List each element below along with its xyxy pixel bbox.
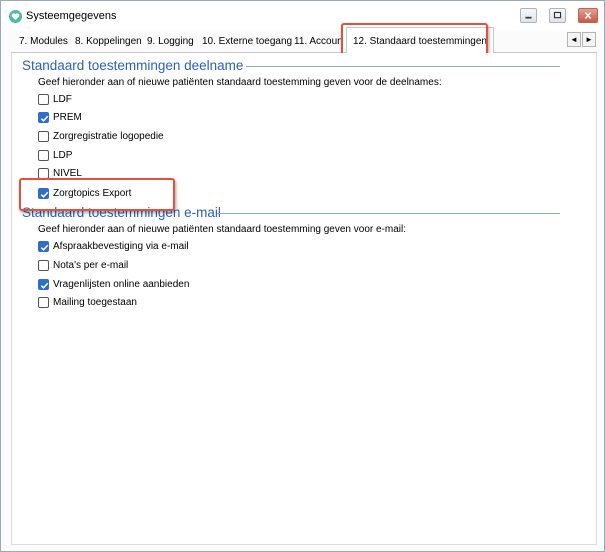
tab-externe-toegang[interactable]: 10. Externe toegang — [198, 34, 296, 52]
checkbox-label: Afspraakbevestiging via e-mail — [53, 240, 189, 252]
checkbox[interactable] — [38, 278, 49, 290]
checkbox[interactable] — [38, 240, 49, 252]
checkbox-label: Mailing toegestaan — [53, 296, 137, 308]
checkbox-label: Zorgregistratie logopedie — [53, 130, 164, 142]
checkbox[interactable] — [38, 259, 49, 271]
tab-scroll-buttons: ◄ ► — [567, 32, 597, 48]
checkmark-icon — [40, 244, 49, 251]
tab-logging[interactable]: 9. Logging — [143, 34, 198, 52]
checkbox[interactable] — [38, 149, 49, 161]
section-divider — [217, 213, 560, 214]
system-data-window: Systeemgegevens 7. Modules 8. Koppelinge… — [0, 0, 605, 552]
minimize-button[interactable] — [520, 8, 537, 23]
close-button[interactable] — [578, 8, 598, 23]
option-afspraakbevestiging[interactable]: Afspraakbevestiging via e-mail — [38, 239, 189, 253]
section-description-deelname: Geef hieronder aan of nieuwe patiënten s… — [38, 77, 442, 88]
checkbox-label: Nota's per e-mail — [53, 259, 129, 271]
tab-scroll-left-icon[interactable]: ◄ — [567, 32, 581, 47]
maximize-button[interactable] — [549, 8, 566, 23]
option-prem[interactable]: PREM — [38, 110, 82, 124]
checkbox[interactable] — [38, 130, 49, 142]
window-title: Systeemgegevens — [26, 10, 117, 22]
option-ldp[interactable]: LDP — [38, 148, 72, 162]
app-heart-icon — [9, 10, 22, 23]
tab-content-panel: Standaard toestemmingen deelname Geef hi… — [11, 53, 597, 545]
maximize-icon — [553, 11, 562, 19]
option-mailing-toegestaan[interactable]: Mailing toegestaan — [38, 295, 137, 309]
section-divider — [246, 66, 560, 67]
option-highlight-box — [19, 178, 175, 211]
checkbox-label: LDP — [53, 149, 73, 161]
checkmark-icon — [40, 115, 49, 122]
title-bar: Systeemgegevens — [1, 1, 604, 31]
tab-accounts[interactable]: 11. Accoun — [290, 34, 347, 52]
option-vragenlijsten-online[interactable]: Vragenlijsten online aanbieden — [38, 277, 189, 291]
tab-modules[interactable]: 7. Modules — [15, 34, 72, 52]
minimize-icon — [525, 16, 532, 19]
tab-koppelingen[interactable]: 8. Koppelingen — [71, 34, 146, 52]
option-zorgregistratie-logopedie[interactable]: Zorgregistratie logopedie — [38, 129, 164, 143]
checkmark-icon — [40, 282, 49, 289]
option-notas-per-email[interactable]: Nota's per e-mail — [38, 258, 128, 272]
tab-strip: 7. Modules 8. Koppelingen 9. Logging 10.… — [11, 27, 597, 53]
checkbox[interactable] — [38, 111, 49, 123]
tab-scroll-right-icon[interactable]: ► — [582, 32, 596, 47]
option-ldf[interactable]: LDF — [38, 92, 72, 106]
checkbox-label: PREM — [53, 111, 82, 123]
checkbox[interactable] — [38, 296, 49, 308]
close-icon — [584, 11, 592, 20]
section-title-deelname: Standaard toestemmingen deelname — [22, 58, 244, 73]
checkbox[interactable] — [38, 167, 49, 179]
section-description-email: Geef hieronder aan of nieuwe patiënten s… — [38, 224, 407, 235]
checkbox-label: NIVEL — [53, 167, 82, 179]
checkbox-label: Vragenlijsten online aanbieden — [53, 278, 190, 290]
checkbox[interactable] — [38, 93, 49, 105]
checkbox-label: LDF — [53, 93, 72, 105]
